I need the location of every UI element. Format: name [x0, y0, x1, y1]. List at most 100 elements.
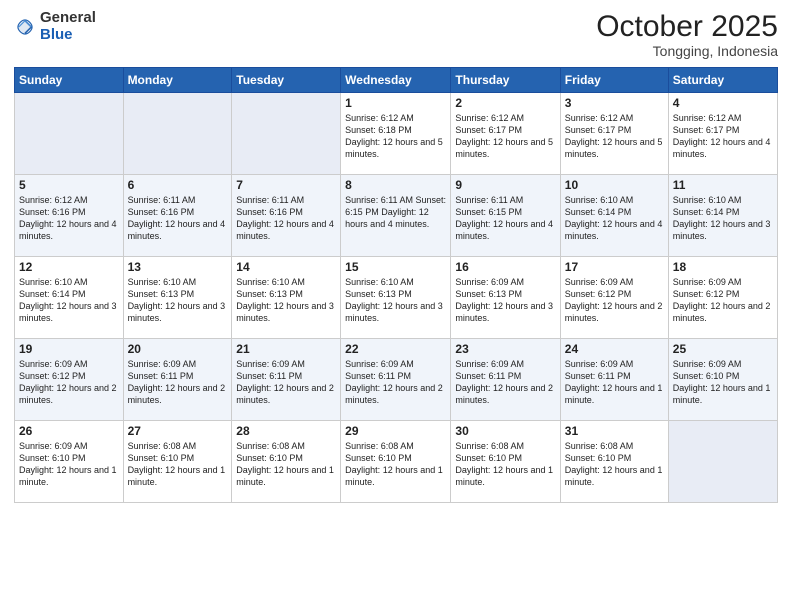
- calendar-week-row: 19 Sunrise: 6:09 AM Sunset: 6:12 PM Dayli…: [15, 339, 778, 421]
- page: General Blue October 2025 Tongging, Indo…: [0, 0, 792, 612]
- logo-blue: Blue: [40, 26, 73, 43]
- table-row: 14 Sunrise: 6:10 AM Sunset: 6:13 PM Dayli…: [232, 257, 341, 339]
- day-number: 30: [455, 424, 555, 438]
- month-title: October 2025: [596, 10, 778, 43]
- day-number: 15: [345, 260, 446, 274]
- day-info: Sunrise: 6:08 AM Sunset: 6:10 PM Dayligh…: [455, 440, 555, 489]
- day-info: Sunrise: 6:09 AM Sunset: 6:12 PM Dayligh…: [673, 276, 773, 325]
- day-info: Sunrise: 6:12 AM Sunset: 6:17 PM Dayligh…: [455, 112, 555, 161]
- day-info: Sunrise: 6:12 AM Sunset: 6:17 PM Dayligh…: [565, 112, 664, 161]
- day-info: Sunrise: 6:09 AM Sunset: 6:11 PM Dayligh…: [565, 358, 664, 407]
- col-monday: Monday: [123, 68, 232, 93]
- table-row: 9 Sunrise: 6:11 AM Sunset: 6:15 PM Daylig…: [451, 175, 560, 257]
- logo-text: General Blue: [40, 10, 96, 43]
- day-number: 13: [128, 260, 228, 274]
- table-row: 17 Sunrise: 6:09 AM Sunset: 6:12 PM Dayli…: [560, 257, 668, 339]
- day-info: Sunrise: 6:10 AM Sunset: 6:13 PM Dayligh…: [128, 276, 228, 325]
- day-info: Sunrise: 6:10 AM Sunset: 6:13 PM Dayligh…: [345, 276, 446, 325]
- day-info: Sunrise: 6:09 AM Sunset: 6:10 PM Dayligh…: [19, 440, 119, 489]
- day-number: 5: [19, 178, 119, 192]
- table-row: 18 Sunrise: 6:09 AM Sunset: 6:12 PM Dayli…: [668, 257, 777, 339]
- day-info: Sunrise: 6:09 AM Sunset: 6:11 PM Dayligh…: [455, 358, 555, 407]
- day-info: Sunrise: 6:11 AM Sunset: 6:16 PM Dayligh…: [236, 194, 336, 243]
- day-info: Sunrise: 6:09 AM Sunset: 6:11 PM Dayligh…: [128, 358, 228, 407]
- day-number: 6: [128, 178, 228, 192]
- day-number: 2: [455, 96, 555, 110]
- calendar-header-row: Sunday Monday Tuesday Wednesday Thursday…: [15, 68, 778, 93]
- calendar-week-row: 26 Sunrise: 6:09 AM Sunset: 6:10 PM Dayli…: [15, 421, 778, 503]
- day-info: Sunrise: 6:08 AM Sunset: 6:10 PM Dayligh…: [345, 440, 446, 489]
- day-number: 12: [19, 260, 119, 274]
- day-number: 16: [455, 260, 555, 274]
- day-info: Sunrise: 6:09 AM Sunset: 6:13 PM Dayligh…: [455, 276, 555, 325]
- table-row: 30 Sunrise: 6:08 AM Sunset: 6:10 PM Dayli…: [451, 421, 560, 503]
- table-row: [668, 421, 777, 503]
- day-number: 3: [565, 96, 664, 110]
- day-info: Sunrise: 6:08 AM Sunset: 6:10 PM Dayligh…: [128, 440, 228, 489]
- day-info: Sunrise: 6:10 AM Sunset: 6:14 PM Dayligh…: [19, 276, 119, 325]
- table-row: 12 Sunrise: 6:10 AM Sunset: 6:14 PM Dayli…: [15, 257, 124, 339]
- day-number: 14: [236, 260, 336, 274]
- day-number: 27: [128, 424, 228, 438]
- col-tuesday: Tuesday: [232, 68, 341, 93]
- calendar-week-row: 1Sunrise: 6:12 AM Sunset: 6:18 PM Daylig…: [15, 93, 778, 175]
- day-number: 20: [128, 342, 228, 356]
- table-row: [123, 93, 232, 175]
- day-number: 24: [565, 342, 664, 356]
- day-number: 31: [565, 424, 664, 438]
- day-number: 19: [19, 342, 119, 356]
- table-row: 21 Sunrise: 6:09 AM Sunset: 6:11 PM Dayli…: [232, 339, 341, 421]
- day-number: 29: [345, 424, 446, 438]
- calendar-table: Sunday Monday Tuesday Wednesday Thursday…: [14, 67, 778, 503]
- table-row: 7 Sunrise: 6:11 AM Sunset: 6:16 PM Daylig…: [232, 175, 341, 257]
- day-info: Sunrise: 6:12 AM Sunset: 6:17 PM Dayligh…: [673, 112, 773, 161]
- col-thursday: Thursday: [451, 68, 560, 93]
- day-info: Sunrise: 6:12 AM Sunset: 6:18 PM Dayligh…: [345, 112, 446, 161]
- table-row: 22Sunrise: 6:09 AM Sunset: 6:11 PM Dayli…: [341, 339, 451, 421]
- table-row: 4 Sunrise: 6:12 AM Sunset: 6:17 PM Daylig…: [668, 93, 777, 175]
- calendar-week-row: 5Sunrise: 6:12 AM Sunset: 6:16 PM Daylig…: [15, 175, 778, 257]
- calendar-week-row: 12 Sunrise: 6:10 AM Sunset: 6:14 PM Dayli…: [15, 257, 778, 339]
- day-info: Sunrise: 6:10 AM Sunset: 6:14 PM Dayligh…: [673, 194, 773, 243]
- table-row: [15, 93, 124, 175]
- table-row: 10Sunrise: 6:10 AM Sunset: 6:14 PM Dayli…: [560, 175, 668, 257]
- logo-icon: [14, 16, 36, 38]
- day-number: 17: [565, 260, 664, 274]
- day-info: Sunrise: 6:09 AM Sunset: 6:12 PM Dayligh…: [19, 358, 119, 407]
- day-info: Sunrise: 6:11 AM Sunset: 6:15 PM Dayligh…: [455, 194, 555, 243]
- table-row: 15 Sunrise: 6:10 AM Sunset: 6:13 PM Dayli…: [341, 257, 451, 339]
- day-number: 4: [673, 96, 773, 110]
- day-info: Sunrise: 6:08 AM Sunset: 6:10 PM Dayligh…: [236, 440, 336, 489]
- col-saturday: Saturday: [668, 68, 777, 93]
- location-subtitle: Tongging, Indonesia: [596, 43, 778, 59]
- day-number: 21: [236, 342, 336, 356]
- table-row: 28 Sunrise: 6:08 AM Sunset: 6:10 PM Dayli…: [232, 421, 341, 503]
- day-number: 28: [236, 424, 336, 438]
- day-info: Sunrise: 6:09 AM Sunset: 6:11 PM Dayligh…: [236, 358, 336, 407]
- table-row: 3 Sunrise: 6:12 AM Sunset: 6:17 PM Daylig…: [560, 93, 668, 175]
- table-row: 19 Sunrise: 6:09 AM Sunset: 6:12 PM Dayli…: [15, 339, 124, 421]
- col-sunday: Sunday: [15, 68, 124, 93]
- logo: General Blue: [14, 10, 96, 43]
- day-number: 7: [236, 178, 336, 192]
- day-info: Sunrise: 6:10 AM Sunset: 6:13 PM Dayligh…: [236, 276, 336, 325]
- day-info: Sunrise: 6:11 AM Sunset: 6:15 PM Dayligh…: [345, 194, 446, 230]
- col-friday: Friday: [560, 68, 668, 93]
- day-info: Sunrise: 6:09 AM Sunset: 6:12 PM Dayligh…: [565, 276, 664, 325]
- day-number: 8: [345, 178, 446, 192]
- day-number: 18: [673, 260, 773, 274]
- day-number: 9: [455, 178, 555, 192]
- day-info: Sunrise: 6:11 AM Sunset: 6:16 PM Dayligh…: [128, 194, 228, 243]
- logo-general: General: [40, 9, 96, 26]
- day-info: Sunrise: 6:09 AM Sunset: 6:11 PM Dayligh…: [345, 358, 446, 407]
- table-row: 29 Sunrise: 6:08 AM Sunset: 6:10 PM Dayli…: [341, 421, 451, 503]
- table-row: 11 Sunrise: 6:10 AM Sunset: 6:14 PM Dayli…: [668, 175, 777, 257]
- table-row: 13 Sunrise: 6:10 AM Sunset: 6:13 PM Dayli…: [123, 257, 232, 339]
- day-number: 26: [19, 424, 119, 438]
- table-row: [232, 93, 341, 175]
- table-row: 8 Sunrise: 6:11 AM Sunset: 6:15 PM Daylig…: [341, 175, 451, 257]
- table-row: 31Sunrise: 6:08 AM Sunset: 6:10 PM Dayli…: [560, 421, 668, 503]
- table-row: 24 Sunrise: 6:09 AM Sunset: 6:11 PM Dayli…: [560, 339, 668, 421]
- day-number: 11: [673, 178, 773, 192]
- table-row: 23Sunrise: 6:09 AM Sunset: 6:11 PM Dayli…: [451, 339, 560, 421]
